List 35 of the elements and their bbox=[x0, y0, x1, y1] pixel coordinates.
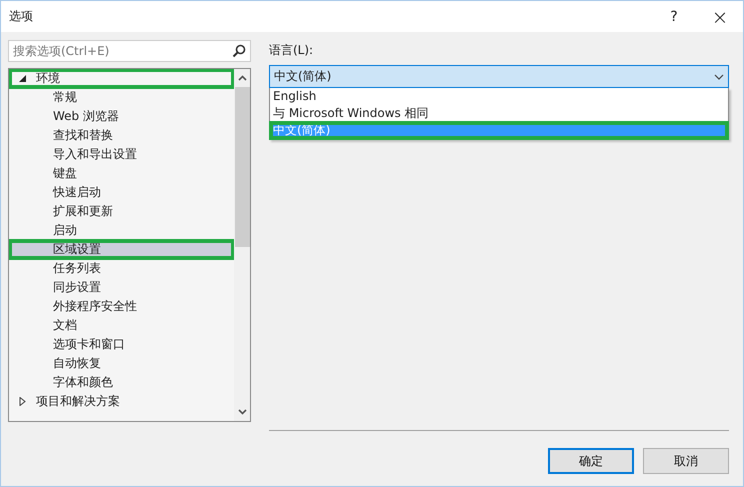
tree-item[interactable]: 自动恢复 bbox=[9, 354, 234, 373]
expanded-arrow-icon[interactable] bbox=[19, 75, 26, 82]
tree-item[interactable]: 环境 bbox=[9, 69, 234, 88]
scrollbar[interactable] bbox=[234, 69, 250, 421]
tree-item[interactable]: 扩展和更新 bbox=[9, 202, 234, 221]
tree-item[interactable]: 项目和解决方案 bbox=[9, 392, 234, 411]
tree-item[interactable]: 字体和颜色 bbox=[9, 373, 234, 392]
tree-item[interactable]: 快速启动 bbox=[9, 183, 234, 202]
scroll-up-icon[interactable] bbox=[238, 75, 246, 81]
dialog-button[interactable]: 确定 bbox=[548, 448, 634, 474]
tree-item[interactable]: 任务列表 bbox=[9, 259, 234, 278]
dropdown-option[interactable]: 与 Microsoft Windows 相同 bbox=[270, 105, 728, 122]
search-icon bbox=[232, 44, 246, 58]
tree-item[interactable]: Web 浏览器 bbox=[9, 107, 234, 126]
tree-item[interactable]: 选项卡和窗口 bbox=[9, 335, 234, 354]
tree-item[interactable]: 文档 bbox=[9, 316, 234, 335]
tree-item[interactable]: 查找和替换 bbox=[9, 126, 234, 145]
chevron-down-icon bbox=[714, 74, 724, 80]
tree-item[interactable]: 外接程序安全性 bbox=[9, 297, 234, 316]
language-dropdown[interactable]: 中文(简体) bbox=[269, 65, 729, 88]
tree-item[interactable]: 区域设置 bbox=[9, 240, 234, 259]
collapsed-arrow-icon[interactable] bbox=[19, 397, 26, 406]
dialog-button[interactable]: 取消 bbox=[643, 448, 729, 474]
tree-item[interactable]: 同步设置 bbox=[9, 278, 234, 297]
scroll-down-icon[interactable] bbox=[238, 409, 246, 415]
help-button[interactable]: ? bbox=[651, 1, 697, 32]
search-field[interactable]: 搜索选项(Ctrl+E) bbox=[8, 40, 251, 62]
tree-item[interactable]: 启动 bbox=[9, 221, 234, 240]
language-label: 语言(L): bbox=[269, 42, 314, 59]
window-title: 选项 bbox=[9, 8, 33, 25]
tree-item[interactable]: 键盘 bbox=[9, 164, 234, 183]
tree-item[interactable]: 导入和导出设置 bbox=[9, 145, 234, 164]
dropdown-option[interactable]: English bbox=[270, 88, 728, 105]
close-button[interactable]: × bbox=[697, 1, 743, 32]
tree-item[interactable]: 常规 bbox=[9, 88, 234, 107]
